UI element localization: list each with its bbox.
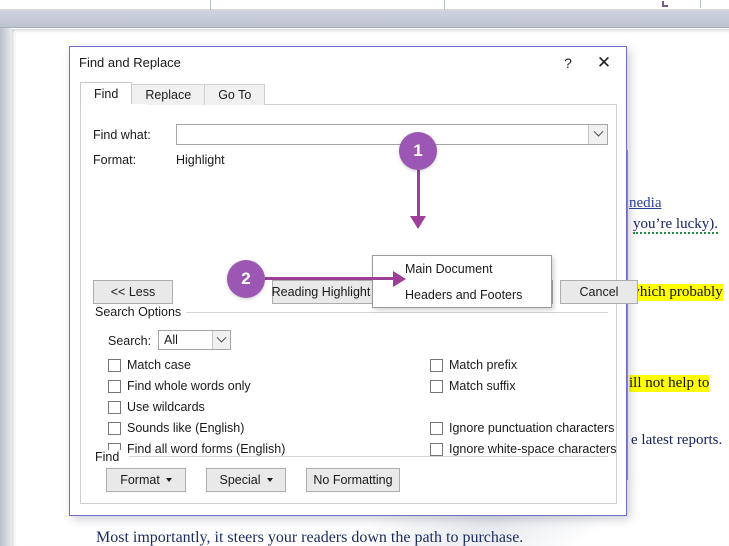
- document-highlighted-fragment-1: which probably: [629, 284, 723, 301]
- find-what-combobox[interactable]: [176, 124, 608, 145]
- dialog-title: Find and Replace: [79, 55, 181, 70]
- caret-down-icon: [165, 478, 172, 482]
- find-what-row: Find what:: [93, 124, 608, 146]
- callout-arrow-2-head: [393, 271, 406, 287]
- checkbox-label: Find all word forms (English): [127, 442, 286, 456]
- format-value: Highlight: [176, 153, 225, 167]
- search-scope-value: All: [164, 333, 178, 347]
- checkbox-label: Find whole words only: [127, 379, 251, 393]
- document-text-fragment-reports: e latest reports.: [631, 432, 723, 448]
- tab-replace-label: Replace: [145, 88, 192, 102]
- less-button-label: << Less: [110, 285, 156, 299]
- dialog-tabs[interactable]: Find Replace Go To: [80, 82, 266, 105]
- special-button-label: Special: [219, 473, 261, 487]
- search-label: Search:: [108, 334, 152, 348]
- search-options-left-column: Match case Find whole words only Use wil…: [108, 355, 285, 460]
- menu-item-label: Headers and Footers: [405, 288, 523, 302]
- checkbox-box[interactable]: [108, 379, 121, 393]
- format-button[interactable]: Format: [106, 468, 186, 492]
- checkbox-box[interactable]: [430, 421, 443, 435]
- checkbox-sounds-like[interactable]: Sounds like (English): [108, 418, 285, 438]
- cancel-button-label: Cancel: [579, 285, 619, 299]
- ruler-indent-marker[interactable]: [662, 1, 668, 7]
- menu-item-label: Main Document: [405, 262, 493, 276]
- tab-find-label: Find: [94, 87, 119, 101]
- search-options-right-column: Match prefix Match suffix Ignore punctua…: [430, 355, 616, 460]
- checkbox-match-prefix[interactable]: Match prefix: [430, 355, 616, 375]
- close-icon[interactable]: ✕: [588, 49, 620, 77]
- checkbox-find-whole-words-only[interactable]: Find whole words only: [108, 376, 285, 396]
- checkbox-label: Match prefix: [449, 358, 518, 372]
- horizontal-ruler[interactable]: [0, 0, 729, 10]
- callout-badge-2: 2: [227, 260, 265, 298]
- chevron-down-icon[interactable]: [212, 331, 230, 349]
- search-options-group-label: Search Options: [95, 305, 187, 319]
- caret-down-icon: [266, 478, 273, 482]
- document-bottom-paragraph: Most importantly, it steers your readers…: [96, 529, 524, 546]
- checkbox-label: Ignore punctuation characters: [449, 421, 615, 435]
- search-options-divider: [184, 312, 608, 313]
- find-what-input[interactable]: [177, 125, 588, 144]
- tab-go-to-label: Go To: [218, 88, 252, 102]
- checkbox-box[interactable]: [108, 358, 121, 372]
- format-label: Format:: [93, 153, 137, 167]
- checkbox-match-suffix[interactable]: Match suffix: [430, 376, 616, 396]
- help-icon[interactable]: ?: [552, 49, 584, 77]
- less-button[interactable]: << Less: [93, 280, 173, 304]
- checkbox-box[interactable]: [108, 400, 121, 414]
- tab-panel-seam-mask: [81, 104, 147, 106]
- special-button[interactable]: Special: [206, 468, 286, 492]
- callout-badge-1: 1: [399, 132, 437, 170]
- find-format-buttons: Format Special No Formatting: [106, 468, 586, 492]
- tab-replace[interactable]: Replace: [131, 84, 206, 105]
- no-formatting-button[interactable]: No Formatting: [306, 468, 400, 492]
- checkbox-label: Ignore white-space characters: [449, 442, 617, 456]
- checkbox-label: Match case: [127, 358, 191, 372]
- cancel-button[interactable]: Cancel: [560, 280, 638, 304]
- ruler-tick: [210, 0, 211, 10]
- chevron-down-icon[interactable]: [588, 125, 607, 144]
- checkbox-label: Match suffix: [449, 379, 516, 393]
- ruler-tick: [444, 0, 445, 10]
- format-button-label: Format: [120, 473, 160, 487]
- document-text-fragment: you’re lucky).: [633, 216, 718, 234]
- reading-highlight-button[interactable]: Reading Highlight: [271, 280, 383, 304]
- checkbox-label: Sounds like (English): [127, 421, 245, 435]
- revision-change-bar: [627, 150, 628, 480]
- document-link-fragment[interactable]: nedia: [629, 195, 661, 212]
- ruler-tick: [700, 0, 701, 8]
- checkbox-match-case[interactable]: Match case: [108, 355, 285, 375]
- spellcheck-underline: you’re lucky).: [633, 216, 718, 234]
- page-left-gutter: [0, 28, 12, 546]
- find-group-label: Find: [95, 450, 125, 464]
- no-formatting-label: No Formatting: [313, 473, 393, 487]
- checkbox-use-wildcards[interactable]: Use wildcards: [108, 397, 285, 417]
- checkbox-box[interactable]: [108, 421, 121, 435]
- callout-arrow-2-shaft: [265, 277, 395, 280]
- find-group-divider: [129, 456, 608, 457]
- document-highlighted-fragment-2: ill not help to: [629, 375, 710, 392]
- callout-arrow-1-head: [410, 216, 426, 229]
- dialog-title-bar[interactable]: Find and Replace ? ✕: [70, 47, 626, 81]
- callout-arrow-1-shaft: [417, 170, 420, 218]
- tab-go-to[interactable]: Go To: [204, 84, 266, 105]
- checkbox-ignore-punctuation[interactable]: Ignore punctuation characters: [430, 418, 616, 438]
- checkbox-box[interactable]: [430, 379, 443, 393]
- find-what-label: Find what:: [93, 128, 151, 142]
- checkbox-box[interactable]: [430, 442, 443, 456]
- tab-find[interactable]: Find: [80, 82, 133, 105]
- toolbar-band: [0, 10, 729, 28]
- search-scope-select[interactable]: All: [158, 330, 231, 350]
- checkbox-box[interactable]: [430, 358, 443, 372]
- checkbox-label: Use wildcards: [127, 400, 205, 414]
- reading-highlight-label: Reading Highlight: [271, 285, 371, 299]
